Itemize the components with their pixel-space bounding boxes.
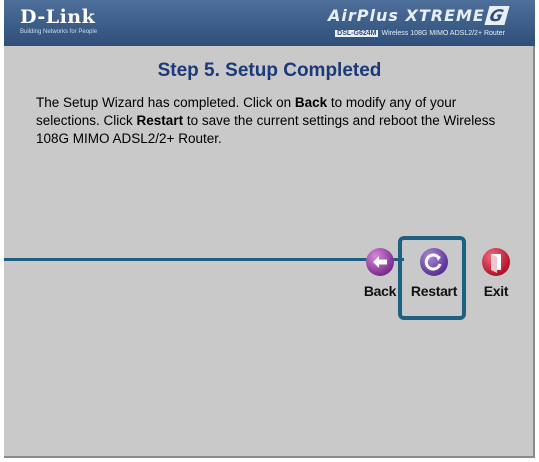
exit-label: Exit [483, 283, 509, 299]
instructions-part-1: The Setup Wizard has completed. Click on [36, 95, 295, 110]
instructions-restart-keyword: Restart [136, 113, 184, 128]
model-number: DSL-G624M [335, 30, 379, 37]
instructions-text: The Setup Wizard has completed. Click on… [36, 94, 516, 148]
back-arrow-icon [366, 248, 394, 276]
logo-tagline: Building Networks for People [20, 29, 98, 35]
back-button[interactable]: Back [350, 247, 410, 299]
exit-door-icon [482, 248, 510, 276]
exit-button[interactable]: Exit [466, 247, 526, 299]
product-brand: AirPlus XTREME G [328, 6, 510, 25]
brand-text: AirPlus XTREME [328, 6, 485, 25]
brand-g-badge: G [484, 6, 510, 25]
page-title: Step 5. Setup Completed [157, 60, 382, 81]
instructions-back-keyword: Back [294, 95, 328, 110]
callout-pointer-line [4, 258, 404, 261]
back-label: Back [363, 283, 397, 299]
header-banner: D-Link Building Networks for People AirP… [4, 0, 535, 46]
product-name: Wireless 108G MIMO ADSL2/2+ Router [381, 30, 505, 37]
restart-icon [420, 248, 448, 276]
restart-button[interactable]: Restart [404, 247, 464, 299]
model-line: DSL-G624M Wireless 108G MIMO ADSL2/2+ Rou… [335, 30, 505, 37]
wizard-frame: D-Link Building Networks for People AirP… [4, 0, 535, 458]
restart-label: Restart [410, 283, 458, 299]
dlink-logo: D-Link [20, 6, 96, 28]
